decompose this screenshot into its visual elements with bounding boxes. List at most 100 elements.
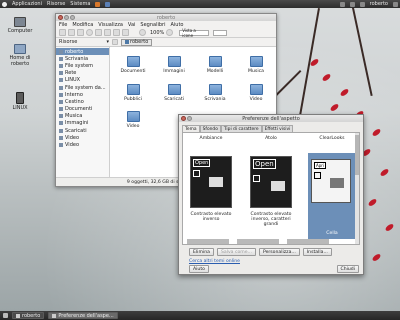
folder-item[interactable]: Immagini <box>154 56 194 74</box>
location-toggle-icon[interactable] <box>112 39 118 45</box>
browser-launcher-icon[interactable] <box>95 1 101 7</box>
scrollbar-thumb[interactable] <box>355 135 359 175</box>
folder-item[interactable]: Video <box>113 111 153 129</box>
up-icon[interactable] <box>77 29 84 36</box>
menu-applications[interactable]: Applicazioni <box>12 1 42 7</box>
menu-edit[interactable]: Modifica <box>72 22 93 28</box>
view-mode-select[interactable]: Vista a icone <box>179 28 210 38</box>
folder-label: Video <box>126 124 140 129</box>
minimize-icon[interactable] <box>64 15 69 20</box>
help-launcher-icon[interactable] <box>105 1 111 7</box>
folder-item[interactable]: Documenti <box>113 56 153 74</box>
minimize-icon[interactable] <box>187 116 192 121</box>
menu-system[interactable]: Sistema <box>70 1 90 7</box>
taskbar-item-file-manager[interactable]: roberto <box>12 312 45 319</box>
preview-folder-icon <box>209 177 223 187</box>
taskbar-item-appearance[interactable]: Preferenze dell'aspe... <box>48 312 118 319</box>
menu-places[interactable]: Risorse <box>47 1 65 7</box>
sidebar-header[interactable]: Risorse ▾ <box>59 39 109 45</box>
menu-bookmarks[interactable]: Segnalibri <box>140 22 165 28</box>
delete-button[interactable]: Elimina <box>189 248 214 256</box>
forward-icon[interactable] <box>68 29 75 36</box>
tab-background[interactable]: Sfondo <box>199 125 221 132</box>
dialog-window-controls <box>181 116 192 121</box>
folder-item[interactable]: Modelli <box>195 56 235 74</box>
reload-icon[interactable] <box>95 29 102 36</box>
breadcrumb[interactable]: roberto <box>121 38 153 46</box>
dialog-titlebar[interactable]: Preferenze dell'aspetto <box>179 115 363 122</box>
stop-icon[interactable] <box>86 29 93 36</box>
computer-icon <box>14 17 26 27</box>
file-manager-titlebar[interactable]: roberto <box>56 14 276 21</box>
mail-icon[interactable] <box>359 1 365 7</box>
search-input[interactable] <box>213 29 228 36</box>
zoom-out-icon[interactable] <box>139 29 146 36</box>
sidebar-item-trash[interactable]: Cestino <box>56 98 109 105</box>
sidebar-item-music[interactable]: Musica <box>56 113 109 120</box>
theme-preview[interactable]: Apri <box>311 159 351 203</box>
panel-user[interactable]: roberto <box>370 1 388 7</box>
menu-view[interactable]: Visualizza <box>98 22 123 28</box>
sidebar-item-videos-2[interactable]: Video <box>56 141 109 148</box>
desktop-icon-home[interactable]: Home di roberto <box>1 44 39 67</box>
sidebar-item-roberto[interactable]: roberto <box>56 48 109 56</box>
desktop-icon-linux[interactable]: LINUX <box>1 92 39 111</box>
maximize-icon[interactable] <box>70 15 75 20</box>
home-icon[interactable] <box>104 29 111 36</box>
menu-go[interactable]: Vai <box>128 22 136 28</box>
theme-thumbnail[interactable] <box>237 239 279 244</box>
more-themes-row <box>183 239 359 244</box>
sidebar-item-filesystem[interactable]: File system <box>56 62 109 69</box>
close-button[interactable]: Chiudi <box>336 265 359 273</box>
folder-icon <box>249 56 263 67</box>
gnome-foot-icon[interactable] <box>2 1 7 7</box>
power-icon[interactable] <box>393 1 398 7</box>
folder-icon <box>59 114 63 119</box>
theme-list-scrollbar[interactable] <box>355 133 359 244</box>
folder-item[interactable]: Musica <box>236 56 276 74</box>
customize-button[interactable]: Personalizza... <box>258 248 300 256</box>
sidebar-item-pictures[interactable]: Immagini <box>56 120 109 127</box>
folder-item[interactable]: Scaricati <box>154 84 194 102</box>
sidebar-item-network[interactable]: Rete <box>56 70 109 77</box>
sidebar-item-linux[interactable]: LINUX <box>56 77 109 84</box>
close-icon[interactable] <box>181 116 186 121</box>
sidebar-item-internal[interactable]: Interno <box>56 91 109 98</box>
install-button[interactable]: Installa... <box>302 248 332 256</box>
help-button[interactable]: Aiuto <box>189 265 209 273</box>
folder-item[interactable]: Scrivania <box>195 84 235 102</box>
network-icon[interactable] <box>339 1 345 7</box>
sidebar-item-downloads[interactable]: Scaricati <box>56 127 109 134</box>
sidebar-item-videos[interactable]: Video <box>56 134 109 141</box>
dialog-footer: Aiuto Chiudi <box>189 265 359 273</box>
search-icon[interactable] <box>122 29 129 36</box>
save-as-button[interactable]: Salva come... <box>216 248 256 256</box>
desktop-icon-computer[interactable]: Computer <box>1 17 39 34</box>
volume-icon[interactable] <box>349 1 355 7</box>
folder-item[interactable]: Pubblici <box>113 84 153 102</box>
close-icon[interactable] <box>58 15 63 20</box>
zoom-in-icon[interactable] <box>166 29 174 36</box>
folder-label: Modelli <box>206 69 224 74</box>
sidebar-item-label: Musica <box>65 113 83 120</box>
sidebar-item-documents[interactable]: Documenti <box>56 106 109 113</box>
breadcrumb-label: roberto <box>130 39 149 45</box>
sidebar-item-desktop[interactable]: Scrivania <box>56 55 109 62</box>
dialog-title: Preferenze dell'aspetto <box>242 115 300 122</box>
theme-thumbnail[interactable] <box>187 239 229 244</box>
more-themes-link[interactable]: Cerca altri temi online <box>189 259 240 264</box>
theme-preview[interactable]: Open <box>250 156 292 208</box>
tab-visual-effects[interactable]: Effetti visivi <box>261 125 294 132</box>
computer-nav-icon[interactable] <box>113 29 120 36</box>
theme-thumbnail[interactable] <box>287 239 329 244</box>
sidebar-item-filesystem-2[interactable]: File system da... <box>56 84 109 91</box>
back-icon[interactable] <box>59 29 66 36</box>
tab-fonts[interactable]: Tipi di carattere <box>220 125 262 132</box>
window-controls <box>58 15 75 20</box>
folder-item[interactable]: Video <box>236 84 276 102</box>
menu-file[interactable]: File <box>59 22 67 28</box>
show-desktop-icon[interactable] <box>3 313 8 318</box>
tab-theme[interactable]: Tema <box>182 125 200 132</box>
theme-preview[interactable]: Open <box>190 156 232 208</box>
folder-icon <box>126 111 140 122</box>
